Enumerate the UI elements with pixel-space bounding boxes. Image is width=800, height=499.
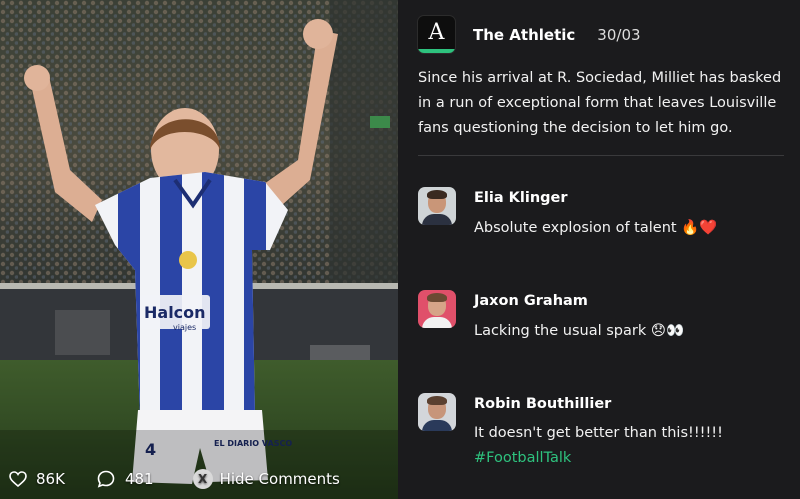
comment-bubble-icon — [97, 470, 115, 488]
x-key-glyph: X — [192, 468, 213, 489]
athletic-logo: A — [418, 16, 455, 53]
comment-text: Lacking the usual spark 😞👀 — [474, 323, 685, 339]
x-button-icon: X — [192, 468, 213, 489]
likes-button[interactable]: 86K — [9, 470, 65, 488]
logo-letter: A — [428, 20, 445, 45]
comments-button[interactable]: 481 — [97, 470, 154, 488]
post-stats-bar: 86K 481 X Hide Comments — [0, 458, 398, 499]
post-text: Since his arrival at R. Sociedad, Millie… — [418, 70, 782, 136]
comments-panel: A The Athletic 30/03 Since his arrival a… — [398, 0, 800, 499]
hide-comments-label: Hide Comments — [219, 469, 340, 488]
comments-count: 481 — [124, 469, 154, 488]
player-celebration-illustration: Halcon viajes 4 EL DIARIO VASCO — [0, 0, 398, 499]
comment-text: Absolute explosion of talent 🔥❤️ — [474, 220, 718, 236]
divider — [418, 155, 784, 156]
comment-author: Robin Bouthillier — [474, 396, 612, 412]
post-header: A The Athletic 30/03 — [418, 16, 641, 53]
logo-accent-bar — [418, 49, 455, 53]
jersey-sponsor: Halcon — [144, 303, 206, 322]
comment-item: Jaxon Graham Lacking the usual spark 😞👀 — [418, 290, 684, 339]
comment-item: Elia Klinger Absolute explosion of talen… — [418, 187, 717, 236]
post-image: Halcon viajes 4 EL DIARIO VASCO 86K 481 … — [0, 0, 398, 499]
comment-author: Jaxon Graham — [474, 293, 588, 309]
avatar — [418, 187, 456, 225]
jersey-sponsor-sub: viajes — [173, 323, 196, 332]
post-source: The Athletic — [473, 25, 576, 44]
hide-comments-button[interactable]: X Hide Comments — [192, 468, 340, 489]
comment-item: Robin Bouthillier It doesn't get better … — [418, 393, 723, 466]
comment-text: It doesn't get better than this!!!!!! — [474, 425, 723, 441]
comment-hashtag[interactable]: #FootballTalk — [474, 450, 723, 466]
post-date: 30/03 — [597, 25, 641, 44]
avatar — [418, 393, 456, 431]
likes-count: 86K — [36, 469, 65, 488]
comment-author: Elia Klinger — [474, 190, 568, 206]
avatar — [418, 290, 456, 328]
heart-icon — [9, 470, 27, 487]
